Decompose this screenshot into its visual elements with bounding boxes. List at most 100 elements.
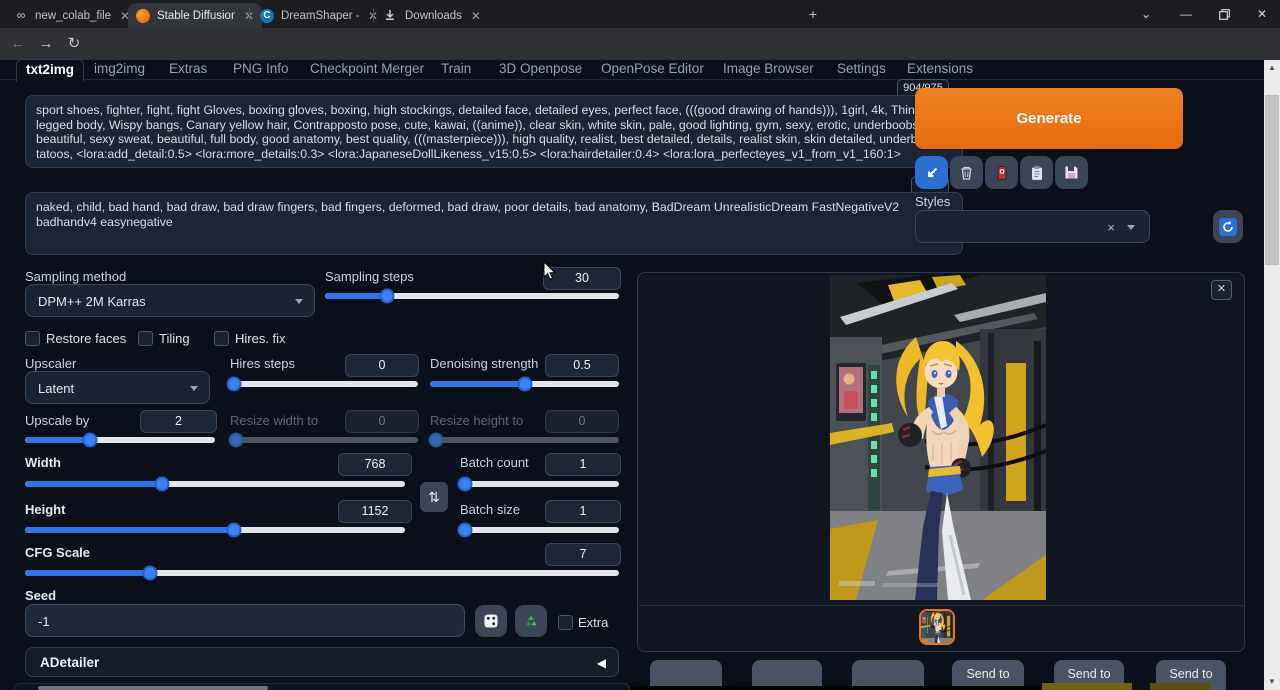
tab-img2img[interactable]: img2img	[85, 59, 154, 80]
styles-label: Styles	[915, 194, 950, 209]
styles-dropdown[interactable]: ×	[915, 210, 1150, 243]
colab-icon: ∞	[14, 9, 28, 23]
resize-height-value: 0	[545, 410, 619, 433]
tab-txt2img[interactable]: txt2img	[16, 59, 84, 82]
tab-train[interactable]: Train	[432, 59, 480, 80]
window-minimize-button[interactable]: —	[1168, 0, 1204, 28]
height-slider[interactable]	[25, 527, 405, 533]
browser-tab-civitai[interactable]: C DreamShaper - 7 | Stable Diffusio ✕	[252, 3, 386, 28]
upscaler-value: Latent	[38, 381, 74, 396]
denoising-strength-value[interactable]: 0.5	[545, 354, 619, 377]
width-slider[interactable]	[25, 481, 405, 487]
sampling-steps-slider[interactable]	[325, 293, 619, 299]
restore-faces-checkbox[interactable]	[25, 331, 40, 346]
batch-count-value[interactable]: 1	[545, 453, 621, 476]
denoising-strength-slider[interactable]	[430, 381, 619, 387]
upscale-by-slider[interactable]	[25, 437, 215, 443]
browser-tab-colab[interactable]: ∞ new_colab_file.ipynb - Colaborat ✕	[6, 3, 138, 28]
adetailer-accordion[interactable]: ADetailer ◀	[25, 647, 619, 677]
resize-width-slider	[230, 437, 418, 443]
browser-toolbar: ← → ↻ 3a59ec42041dbb46cb.gradio.live ☆ ⋮	[0, 28, 1280, 60]
batch-size-slider[interactable]	[460, 527, 619, 533]
paste-generation-params-button[interactable]	[915, 156, 948, 189]
browser-tab-downloads[interactable]: Downloads ✕	[376, 3, 504, 28]
close-preview-button[interactable]: ✕	[1211, 280, 1232, 300]
tab-separator	[249, 8, 250, 22]
browser-tab-title: DreamShaper - 7 | Stable Diffusio	[281, 10, 359, 22]
tab-settings[interactable]: Settings	[828, 59, 895, 80]
window-restore-button[interactable]	[1206, 0, 1242, 28]
mouse-cursor	[543, 262, 559, 282]
screen: ∞ new_colab_file.ipynb - Colaborat ✕ Sta…	[0, 0, 1280, 690]
seed-input[interactable]: -1	[25, 604, 465, 637]
cfg-scale-label: CFG Scale	[25, 545, 90, 560]
styles-caret-icon	[1127, 225, 1135, 230]
back-button[interactable]: ←	[6, 32, 30, 56]
accordion-collapse-icon: ◀	[597, 648, 606, 678]
close-tab-icon[interactable]: ✕	[471, 9, 481, 23]
browser-tab-stable-diffusion[interactable]: Stable Diffusion ✕	[128, 3, 262, 28]
sampling-method-label: Sampling method	[25, 269, 126, 284]
negative-prompt-input[interactable]: naked, child, bad hand, bad draw, bad dr…	[25, 192, 963, 255]
batch-size-value[interactable]: 1	[545, 500, 621, 523]
upscaler-label: Upscaler	[25, 356, 76, 371]
hires-steps-slider[interactable]	[230, 381, 418, 387]
prompt-input[interactable]: sport shoes, fighter, fight, fight Glove…	[25, 95, 963, 168]
hires-steps-label: Hires steps	[230, 356, 295, 371]
refresh-styles-button[interactable]	[1213, 210, 1243, 243]
tab-extensions[interactable]: Extensions	[898, 59, 982, 80]
tab-search-chevron-icon[interactable]: ⌄	[1128, 0, 1164, 28]
random-seed-dice-button[interactable]	[475, 605, 507, 637]
height-label: Height	[25, 502, 65, 517]
stable-diffusion-ui: txt2img img2img Extras PNG Info Checkpoi…	[0, 60, 1264, 690]
scrollbar-thumb[interactable]	[1265, 95, 1279, 265]
swap-width-height-button[interactable]: ⇅	[420, 482, 448, 512]
new-tab-button[interactable]: +	[800, 0, 826, 28]
generate-button[interactable]: Generate	[915, 88, 1183, 149]
browser-tab-title: new_colab_file.ipynb - Colaborat	[35, 10, 111, 22]
save-style-floppy-button[interactable]	[1055, 156, 1088, 189]
sampling-method-dropdown[interactable]: DPM++ 2M Karras	[25, 284, 315, 317]
artifact-glitch	[1150, 683, 1210, 690]
resize-height-label: Resize height to	[430, 413, 523, 428]
cfg-scale-slider[interactable]	[25, 570, 619, 576]
batch-count-label: Batch count	[460, 455, 529, 470]
resize-width-label: Resize width to	[230, 413, 318, 428]
apply-styles-clipboard-button[interactable]	[1020, 156, 1053, 189]
page-scrollbar[interactable]: ▲ ▼	[1264, 60, 1280, 690]
extra-networks-button[interactable]	[985, 156, 1018, 189]
tab-openpose-editor[interactable]: OpenPose Editor	[592, 59, 713, 80]
hires-steps-value[interactable]: 0	[345, 354, 419, 377]
reuse-seed-recycle-button[interactable]	[515, 605, 547, 637]
scrollbar-up-arrow[interactable]: ▲	[1264, 60, 1280, 76]
generated-image[interactable]	[830, 275, 1046, 600]
batch-count-slider[interactable]	[460, 481, 619, 487]
denoising-strength-label: Denoising strength	[430, 356, 538, 371]
tab-checkpoint-merger[interactable]: Checkpoint Merger	[301, 59, 433, 80]
reload-button[interactable]: ↻	[62, 32, 86, 56]
clear-styles-icon[interactable]: ×	[1107, 211, 1115, 244]
tab-image-browser[interactable]: Image Browser	[714, 59, 823, 80]
horizontal-scrollbar-thumb[interactable]	[38, 686, 268, 690]
tab-extras[interactable]: Extras	[160, 59, 216, 80]
forward-button[interactable]: →	[34, 32, 58, 56]
seed-value: -1	[38, 614, 50, 629]
extra-seed-checkbox[interactable]	[558, 615, 573, 630]
scrollbar-down-arrow[interactable]: ▼	[1264, 674, 1280, 690]
extra-seed-label: Extra	[578, 615, 608, 630]
window-close-button[interactable]: ✕	[1244, 0, 1280, 28]
tab-3d-openpose[interactable]: 3D Openpose	[490, 59, 591, 80]
upscale-by-value[interactable]: 2	[140, 410, 217, 433]
hires-fix-checkbox[interactable]	[214, 331, 229, 346]
tiling-checkbox[interactable]	[138, 331, 153, 346]
height-value[interactable]: 1152	[338, 500, 412, 523]
width-value[interactable]: 768	[338, 453, 412, 476]
gallery-thumbnail-selected[interactable]	[919, 609, 955, 645]
clear-prompt-trash-button[interactable]	[950, 156, 983, 189]
downloads-icon	[384, 9, 398, 23]
cfg-scale-value[interactable]: 7	[545, 543, 621, 566]
seed-label: Seed	[25, 588, 56, 603]
sampling-steps-label: Sampling steps	[325, 269, 414, 284]
upscaler-dropdown[interactable]: Latent	[25, 371, 210, 404]
tab-png-info[interactable]: PNG Info	[224, 59, 298, 80]
